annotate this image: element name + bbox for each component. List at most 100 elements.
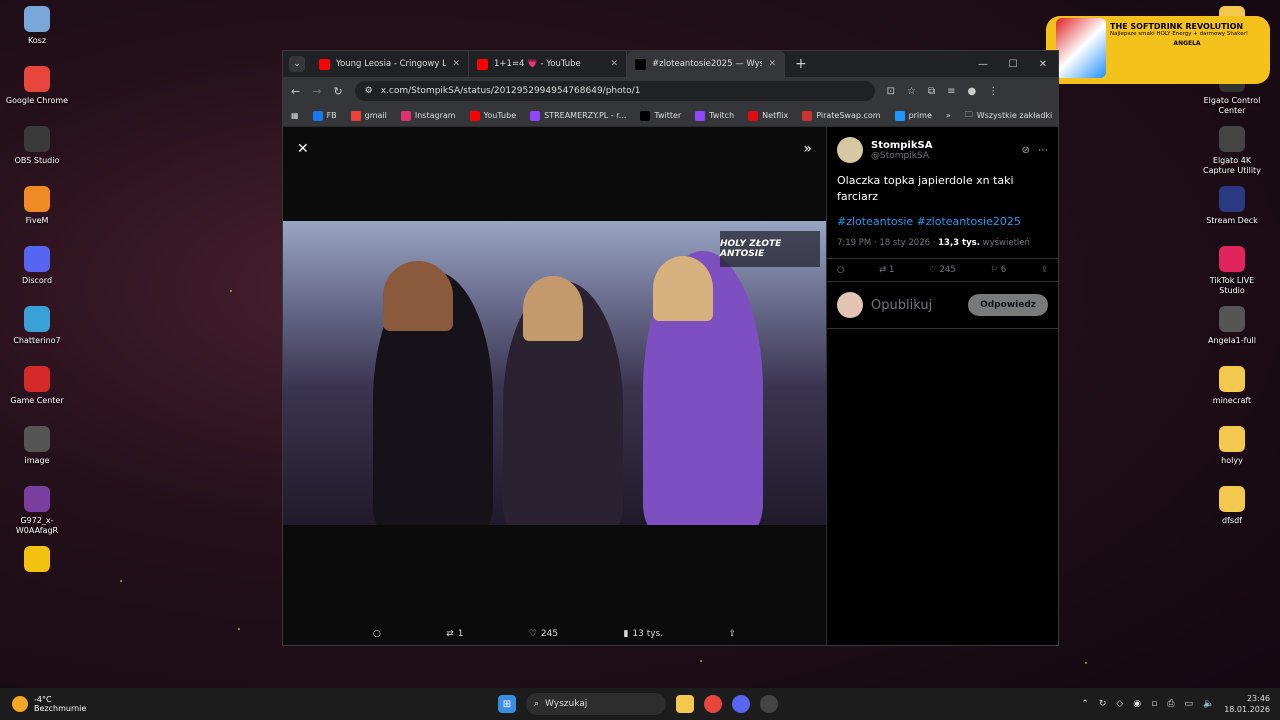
desktop-shortcut[interactable]: Game Center	[1, 366, 73, 406]
desktop-shortcut[interactable]: Discord	[1, 246, 73, 286]
menu-icon[interactable]: ⋮	[988, 86, 998, 97]
browser-tab[interactable]: #zloteantosie2025 — Wyszuki ✕	[627, 51, 785, 77]
app-tray-icon[interactable]: ▫	[1151, 699, 1157, 709]
x-icon	[635, 58, 646, 70]
browser-tab[interactable]: 1+1=4 💗 - YouTube ✕	[469, 51, 627, 77]
all-bookmarks-folder[interactable]: 🗀 Wszystkie zakładki	[965, 109, 1052, 123]
author-avatar[interactable]	[837, 137, 863, 163]
desktop-shortcut[interactable]: TikTok LIVE Studio	[1196, 246, 1268, 296]
bookmark-item[interactable]: YouTube	[469, 110, 516, 121]
viewer-reply-button[interactable]: ○	[373, 629, 381, 639]
discord-taskbar-icon[interactable]	[732, 695, 750, 713]
tray-overflow-icon[interactable]: ⌃	[1081, 699, 1089, 709]
url-field[interactable]: ⚙ x.com/StompikSA/status/201295299495476…	[354, 81, 875, 101]
desktop-shortcut[interactable]: G972_x-W0AAfagR	[1, 486, 73, 536]
clock[interactable]: 23:46 18.01.2026	[1224, 693, 1270, 715]
discord-tray-icon[interactable]: ◉	[1133, 699, 1141, 709]
bookmark-item[interactable]: Twitter	[640, 110, 681, 121]
desktop-shortcut[interactable]: Chatterino7	[1, 306, 73, 346]
extensions-icon[interactable]: ⧉	[928, 86, 935, 97]
apps-grid-icon[interactable]: ▦	[291, 111, 299, 120]
media-icon[interactable]: ≡	[947, 86, 955, 97]
desktop-shortcut[interactable]: Elgato 4K Capture Utility	[1196, 126, 1268, 176]
tweet-hashtags[interactable]: #zloteantosie #zloteantosie2025	[827, 205, 1058, 228]
author-handle[interactable]: @StompikSA	[871, 151, 932, 161]
site-info-icon[interactable]: ⚙	[365, 86, 373, 96]
more-options-icon[interactable]: ⋯	[1038, 145, 1048, 156]
network-icon[interactable]: ◇	[1116, 699, 1123, 709]
file-explorer-icon[interactable]	[676, 695, 694, 713]
browser-tab[interactable]: Young Leosia - Cringowy Lo ✕	[311, 51, 469, 77]
close-window-button[interactable]: ✕	[1028, 51, 1058, 77]
desktop-shortcut[interactable]: image	[1, 426, 73, 466]
sync-icon[interactable]: ↻	[1099, 699, 1107, 709]
windows-start-icon[interactable]: ⊞	[498, 695, 516, 713]
bookmark-item[interactable]: STREAMERZY.PL - r...	[530, 110, 626, 121]
tab-search-icon[interactable]: ⌄	[289, 56, 305, 72]
viewer-like-button[interactable]: ♡ 245	[529, 629, 558, 639]
viewer-share-button[interactable]: ⇪	[728, 629, 736, 639]
close-icon[interactable]: ✕	[297, 141, 309, 157]
bookmark-button[interactable]: ⚐ 6	[990, 265, 1006, 275]
viewer-retweet-button[interactable]: ⇄ 1	[446, 629, 463, 639]
share-button[interactable]: ⇪	[1041, 265, 1048, 275]
grok-icon[interactable]: ⊘	[1022, 145, 1030, 156]
bookmark-item[interactable]: prime	[894, 110, 932, 121]
more-bookmarks-icon[interactable]: »	[946, 111, 951, 120]
close-tab-icon[interactable]: ✕	[768, 59, 776, 69]
battery-icon[interactable]: ▭	[1184, 699, 1193, 709]
fivem-icon	[24, 186, 50, 212]
desktop-shortcut[interactable]: minecraft	[1196, 366, 1268, 406]
bookmark-item[interactable]: Netflix	[748, 110, 788, 121]
desktop-shortcut[interactable]: holyy	[1196, 426, 1268, 466]
author-name[interactable]: StompikSA	[871, 140, 932, 151]
expand-icon[interactable]: »	[803, 141, 812, 157]
bookmark-item[interactable]: Instagram	[400, 110, 456, 121]
weather-widget[interactable]: -4°C Bezchmurnie	[12, 695, 86, 713]
desktop-shortcut[interactable]: Angela1-full	[1196, 306, 1268, 346]
minimize-button[interactable]: —	[968, 51, 998, 77]
taskbar-search[interactable]: ⌕ Wyszukaj	[526, 693, 666, 715]
bookmark-item[interactable]: FB	[312, 110, 337, 121]
mic-icon[interactable]: ⎙	[1167, 699, 1174, 709]
tab-title: 1+1=4 💗 - YouTube	[494, 59, 581, 69]
desktop-shortcut[interactable]	[1, 546, 73, 576]
bookmark-star-icon[interactable]: ☆	[907, 86, 916, 97]
install-app-icon[interactable]: ⊡	[887, 86, 895, 97]
desktop-shortcut[interactable]: Google Chrome	[1, 66, 73, 106]
bookmark-item[interactable]: Twitch	[695, 110, 734, 121]
like-button[interactable]: ♡ 245	[929, 265, 956, 275]
ad-banner[interactable]: THE SOFTDRINK REVOLUTION Najlepsze smaki…	[1046, 16, 1270, 84]
desktop-shortcut[interactable]: Stream Deck	[1196, 186, 1268, 226]
desktop-shortcut[interactable]: FiveM	[1, 186, 73, 226]
reply-input[interactable]: Opublikuj	[871, 298, 960, 313]
viewer-views[interactable]: ▮ 13 tys.	[623, 629, 663, 639]
tweet-photo[interactable]: HOLY ZŁOTE ANTOSIE	[283, 221, 826, 525]
reload-icon[interactable]: ↻	[333, 85, 342, 98]
volume-icon[interactable]: 🔈	[1203, 699, 1214, 709]
retweet-button[interactable]: ⇄ 1	[879, 265, 894, 275]
bookmark-label: Instagram	[414, 111, 456, 120]
maximize-button[interactable]: ☐	[998, 51, 1028, 77]
forward-icon[interactable]: →	[312, 85, 321, 98]
profile-avatar[interactable]: ●	[968, 86, 977, 97]
chrome-taskbar-icon[interactable]	[704, 695, 722, 713]
bookmark-label: PirateSwap.com	[816, 111, 881, 120]
new-tab-button[interactable]: +	[795, 56, 807, 72]
desktop-shortcut-label: Game Center	[10, 396, 64, 405]
back-icon[interactable]: ←	[291, 85, 300, 98]
close-tab-icon[interactable]: ✕	[452, 59, 460, 69]
obs-taskbar-icon[interactable]	[760, 695, 778, 713]
reply-button[interactable]: ○	[837, 265, 844, 275]
close-tab-icon[interactable]: ✕	[610, 59, 618, 69]
reply-submit-button[interactable]: Odpowiedz	[968, 294, 1048, 316]
desktop-shortcut[interactable]: Kosz	[1, 6, 73, 46]
weather-icon	[12, 696, 28, 712]
desktop-shortcut[interactable]: OBS Studio	[1, 126, 73, 166]
desktop-shortcut-label: Elgato Control Center	[1203, 96, 1261, 115]
reply-icon: ○	[373, 629, 381, 639]
bookmark-item[interactable]: gmail	[350, 110, 387, 121]
folder-icon	[1219, 426, 1245, 452]
desktop-shortcut[interactable]: dfsdf	[1196, 486, 1268, 526]
bookmark-item[interactable]: PirateSwap.com	[802, 110, 881, 121]
